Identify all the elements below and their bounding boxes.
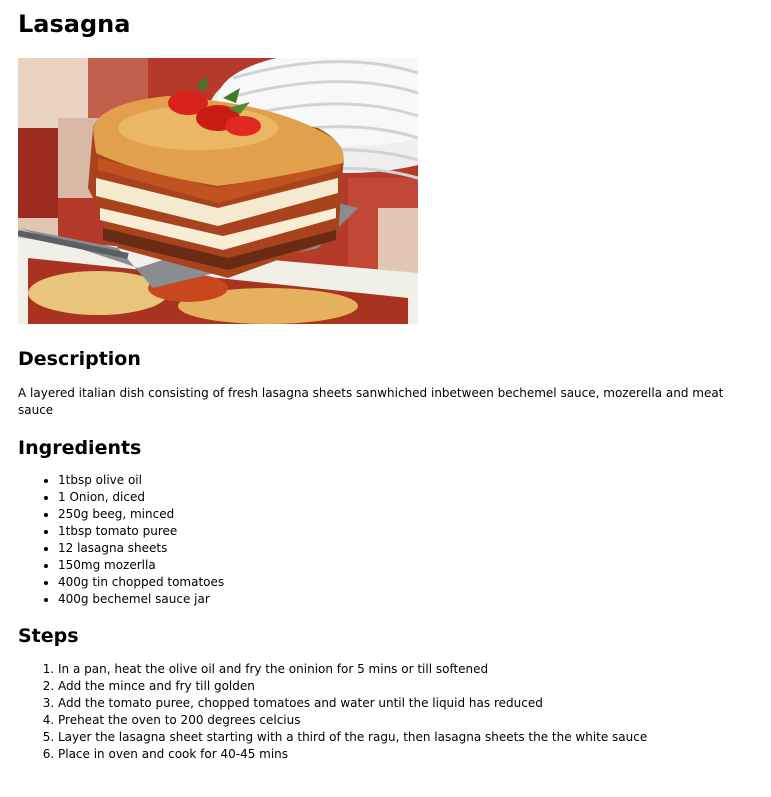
description-text: A layered italian dish consisting of fre… bbox=[18, 386, 724, 417]
ingredient-item: 1 Onion, diced bbox=[58, 489, 753, 506]
page-title: Lasagna bbox=[18, 10, 131, 38]
ingredient-item: 1tbsp tomato puree bbox=[58, 523, 753, 540]
lasagna-photo bbox=[18, 58, 418, 324]
step-item: Add the tomato puree, chopped tomatoes a… bbox=[58, 695, 753, 712]
step-item: Layer the lasagna sheet starting with a … bbox=[58, 729, 753, 746]
ingredient-item: 1tbsp olive oil bbox=[58, 472, 753, 489]
steps-list: In a pan, heat the olive oil and fry the… bbox=[18, 661, 753, 763]
ingredient-item: 400g bechemel sauce jar bbox=[58, 591, 753, 608]
steps-heading: Steps bbox=[18, 625, 79, 647]
step-item: Place in oven and cook for 40-45 mins bbox=[58, 746, 753, 763]
recipe-page: Lasagna Description A layered italian di… bbox=[0, 0, 771, 763]
step-item: In a pan, heat the olive oil and fry the… bbox=[58, 661, 753, 678]
ingredients-heading: Ingredients bbox=[18, 437, 142, 459]
description-heading: Description bbox=[18, 348, 141, 370]
step-item: Add the mince and fry till golden bbox=[58, 678, 753, 695]
ingredients-list: 1tbsp olive oil 1 Onion, diced 250g beeg… bbox=[18, 472, 753, 608]
ingredient-item: 250g beeg, minced bbox=[58, 506, 753, 523]
step-item: Preheat the oven to 200 degrees celcius bbox=[58, 712, 753, 729]
ingredient-item: 400g tin chopped tomatoes bbox=[58, 574, 753, 591]
ingredient-item: 150mg mozerlla bbox=[58, 557, 753, 574]
ingredient-item: 12 lasagna sheets bbox=[58, 540, 753, 557]
